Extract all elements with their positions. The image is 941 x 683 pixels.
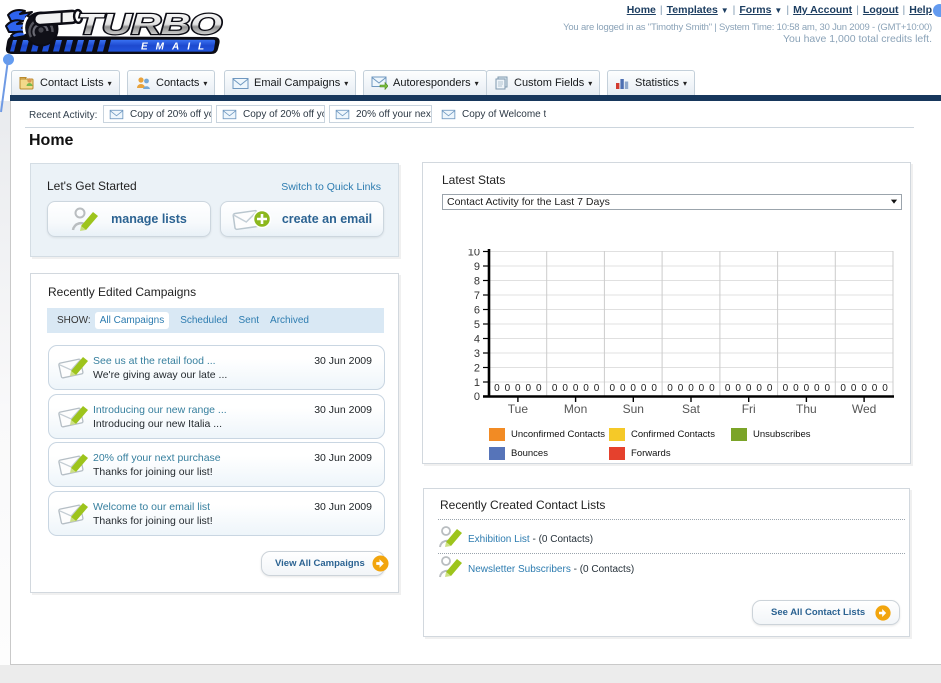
svg-text:0: 0: [872, 383, 878, 394]
svg-text:5: 5: [474, 319, 480, 331]
svg-text:0: 0: [536, 383, 542, 394]
svg-text:0: 0: [620, 383, 626, 394]
svg-text:0: 0: [494, 383, 500, 394]
svg-text:0: 0: [804, 383, 810, 394]
svg-text:Sun: Sun: [623, 402, 644, 416]
svg-text:0: 0: [678, 383, 684, 394]
svg-text:0: 0: [505, 383, 511, 394]
svg-text:Thu: Thu: [796, 402, 817, 416]
svg-text:9: 9: [474, 261, 480, 273]
svg-text:0: 0: [767, 383, 773, 394]
svg-text:7: 7: [474, 290, 480, 302]
svg-text:Fri: Fri: [742, 402, 756, 416]
svg-text:0: 0: [709, 383, 715, 394]
svg-text:4: 4: [474, 334, 480, 346]
svg-text:0: 0: [552, 383, 558, 394]
svg-text:0: 0: [610, 383, 616, 394]
svg-text:0: 0: [783, 383, 789, 394]
svg-text:0: 0: [825, 383, 831, 394]
svg-text:TURBO: TURBO: [77, 9, 223, 41]
svg-text:0: 0: [562, 383, 568, 394]
svg-text:Wed: Wed: [852, 402, 876, 416]
svg-text:0: 0: [735, 383, 741, 394]
svg-text:8: 8: [474, 276, 480, 288]
svg-text:3: 3: [474, 348, 480, 360]
svg-text:0: 0: [851, 383, 857, 394]
svg-text:Sat: Sat: [682, 402, 701, 416]
svg-text:2: 2: [474, 363, 480, 375]
svg-text:0: 0: [746, 383, 752, 394]
svg-text:0: 0: [573, 383, 579, 394]
svg-text:0: 0: [756, 383, 762, 394]
svg-text:0: 0: [840, 383, 846, 394]
svg-text:0: 0: [641, 383, 647, 394]
svg-text:0: 0: [667, 383, 673, 394]
svg-text:0: 0: [630, 383, 636, 394]
svg-text:0: 0: [515, 383, 521, 394]
svg-text:EMAIL: EMAIL: [141, 42, 212, 53]
svg-text:0: 0: [526, 383, 532, 394]
svg-text:0: 0: [725, 383, 731, 394]
svg-text:0: 0: [594, 383, 600, 394]
svg-text:6: 6: [474, 305, 480, 317]
svg-text:0: 0: [651, 383, 657, 394]
svg-text:0: 0: [814, 383, 820, 394]
svg-text:0: 0: [861, 383, 867, 394]
svg-text:10: 10: [468, 249, 480, 259]
svg-text:0: 0: [699, 383, 705, 394]
svg-text:0: 0: [583, 383, 589, 394]
svg-text:Mon: Mon: [564, 402, 587, 416]
svg-text:Tue: Tue: [508, 402, 529, 416]
svg-text:0: 0: [882, 383, 888, 394]
svg-text:0: 0: [793, 383, 799, 394]
svg-text:0: 0: [688, 383, 694, 394]
